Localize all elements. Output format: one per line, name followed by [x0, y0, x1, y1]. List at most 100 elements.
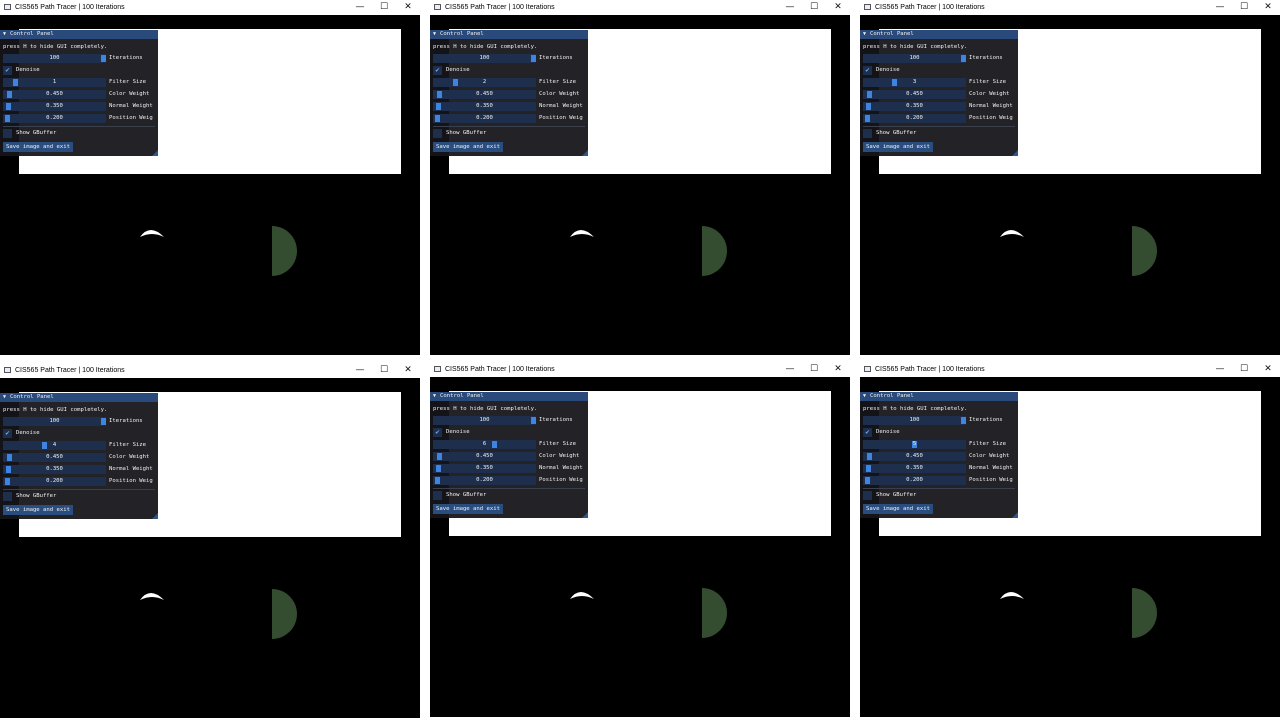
position-weight-slider[interactable]: 0.200 — [3, 114, 106, 123]
collapse-triangle-icon[interactable]: ▼ — [433, 392, 436, 401]
position-weight-slider[interactable]: 0.200 — [3, 477, 106, 486]
title-bar[interactable]: CIS565 Path Tracer | 100 Iterations — ☐ … — [860, 0, 1280, 15]
filter-size-slider[interactable]: 6 — [433, 440, 536, 449]
maximize-button[interactable]: ☐ — [1232, 0, 1256, 15]
iterations-slider[interactable]: 100 — [863, 416, 966, 425]
resize-grip-icon[interactable] — [1012, 512, 1018, 518]
minimize-button[interactable]: — — [348, 363, 372, 378]
control-panel[interactable]: ▼ Control Panel press H to hide GUI comp… — [430, 30, 588, 156]
title-bar[interactable]: CIS565 Path Tracer | 100 Iterations — ☐ … — [430, 0, 850, 15]
control-panel[interactable]: ▼ Control Panel press H to hide GUI comp… — [860, 392, 1018, 518]
position-weight-slider[interactable]: 0.200 — [863, 476, 966, 485]
resize-grip-icon[interactable] — [582, 512, 588, 518]
collapse-triangle-icon[interactable]: ▼ — [433, 30, 436, 39]
maximize-button[interactable]: ☐ — [802, 362, 826, 377]
collapse-triangle-icon[interactable]: ▼ — [3, 30, 6, 39]
maximize-button[interactable]: ☐ — [372, 0, 396, 15]
filter-size-slider[interactable]: 5 — [863, 440, 966, 449]
control-panel-header[interactable]: ▼ Control Panel — [430, 392, 588, 401]
collapse-triangle-icon[interactable]: ▼ — [863, 392, 866, 401]
control-panel[interactable]: ▼ Control Panel press H to hide GUI comp… — [430, 392, 588, 518]
minimize-button[interactable]: — — [348, 0, 372, 15]
denoise-checkbox[interactable]: ✔ — [863, 428, 872, 437]
position-weight-value: 0.200 — [476, 115, 493, 121]
color-weight-slider[interactable]: 0.450 — [863, 90, 966, 99]
control-panel-header[interactable]: ▼ Control Panel — [430, 30, 588, 39]
normal-weight-slider[interactable]: 0.350 — [863, 464, 966, 473]
filter-size-slider[interactable]: 1 — [3, 78, 106, 87]
minimize-button[interactable]: — — [778, 362, 802, 377]
filter-size-slider[interactable]: 3 — [863, 78, 966, 87]
maximize-button[interactable]: ☐ — [1232, 362, 1256, 377]
denoise-checkbox[interactable]: ✔ — [3, 429, 12, 438]
normal-weight-slider[interactable]: 0.350 — [433, 464, 536, 473]
save-image-button[interactable]: Save image and exit — [433, 504, 503, 514]
save-image-button[interactable]: Save image and exit — [863, 504, 933, 514]
position-weight-slider[interactable]: 0.200 — [433, 114, 536, 123]
denoise-checkbox[interactable]: ✔ — [863, 66, 872, 75]
collapse-triangle-icon[interactable]: ▼ — [863, 30, 866, 39]
resize-grip-icon[interactable] — [152, 150, 158, 156]
save-image-button[interactable]: Save image and exit — [863, 142, 933, 152]
control-panel[interactable]: ▼ Control Panel press H to hide GUI comp… — [0, 30, 158, 156]
close-button[interactable]: ✕ — [826, 362, 850, 377]
title-bar[interactable]: CIS565 Path Tracer | 100 Iterations — ☐ … — [0, 0, 420, 15]
minimize-button[interactable]: — — [778, 0, 802, 15]
denoise-checkbox[interactable]: ✔ — [433, 66, 442, 75]
show-gbuffer-checkbox[interactable] — [863, 491, 872, 500]
save-image-button[interactable]: Save image and exit — [433, 142, 503, 152]
title-bar[interactable]: CIS565 Path Tracer | 100 Iterations — ☐ … — [430, 362, 850, 377]
maximize-button[interactable]: ☐ — [802, 0, 826, 15]
window-filter-2: CIS565 Path Tracer | 100 Iterations — ☐ … — [430, 0, 850, 355]
save-image-button[interactable]: Save image and exit — [3, 505, 73, 515]
title-bar[interactable]: CIS565 Path Tracer | 100 Iterations — ☐ … — [860, 362, 1280, 377]
close-button[interactable]: ✕ — [396, 363, 420, 378]
control-panel[interactable]: ▼ Control Panel press H to hide GUI comp… — [0, 393, 158, 519]
collapse-triangle-icon[interactable]: ▼ — [3, 393, 6, 402]
show-gbuffer-checkbox[interactable] — [3, 129, 12, 138]
show-gbuffer-checkbox[interactable] — [3, 492, 12, 501]
close-button[interactable]: ✕ — [826, 0, 850, 15]
close-button[interactable]: ✕ — [396, 0, 420, 15]
normal-weight-slider[interactable]: 0.350 — [3, 102, 106, 111]
control-panel-header[interactable]: ▼ Control Panel — [0, 393, 158, 402]
color-weight-slider[interactable]: 0.450 — [863, 452, 966, 461]
color-weight-slider[interactable]: 0.450 — [3, 90, 106, 99]
normal-weight-slider[interactable]: 0.350 — [3, 465, 106, 474]
filter-size-slider[interactable]: 2 — [433, 78, 536, 87]
maximize-button[interactable]: ☐ — [372, 363, 396, 378]
minimize-button[interactable]: — — [1208, 362, 1232, 377]
control-panel-header[interactable]: ▼ Control Panel — [860, 392, 1018, 401]
save-image-button[interactable]: Save image and exit — [3, 142, 73, 152]
iterations-slider[interactable]: 100 — [433, 54, 536, 63]
resize-grip-icon[interactable] — [1012, 150, 1018, 156]
panel-divider — [433, 488, 585, 489]
iterations-slider[interactable]: 100 — [3, 54, 106, 63]
iterations-slider[interactable]: 100 — [863, 54, 966, 63]
denoise-checkbox[interactable]: ✔ — [3, 66, 12, 75]
iterations-slider[interactable]: 100 — [433, 416, 536, 425]
normal-weight-slider[interactable]: 0.350 — [863, 102, 966, 111]
iterations-slider[interactable]: 100 — [3, 417, 106, 426]
control-panel-header[interactable]: ▼ Control Panel — [860, 30, 1018, 39]
position-weight-slider[interactable]: 0.200 — [863, 114, 966, 123]
close-button[interactable]: ✕ — [1256, 362, 1280, 377]
resize-grip-icon[interactable] — [152, 513, 158, 519]
resize-grip-icon[interactable] — [582, 150, 588, 156]
show-gbuffer-checkbox[interactable] — [433, 491, 442, 500]
close-button[interactable]: ✕ — [1256, 0, 1280, 15]
color-weight-slider[interactable]: 0.450 — [3, 453, 106, 462]
show-gbuffer-checkbox[interactable] — [433, 129, 442, 138]
color-weight-slider[interactable]: 0.450 — [433, 452, 536, 461]
minimize-button[interactable]: — — [1208, 0, 1232, 15]
color-weight-slider[interactable]: 0.450 — [433, 90, 536, 99]
filter-size-slider[interactable]: 4 — [3, 441, 106, 450]
denoise-checkbox[interactable]: ✔ — [433, 428, 442, 437]
normal-weight-slider[interactable]: 0.350 — [433, 102, 536, 111]
title-bar[interactable]: CIS565 Path Tracer | 100 Iterations — ☐ … — [0, 363, 420, 378]
control-panel[interactable]: ▼ Control Panel press H to hide GUI comp… — [860, 30, 1018, 156]
show-gbuffer-checkbox[interactable] — [863, 129, 872, 138]
position-weight-row: 0.200 Position Weig — [3, 114, 155, 123]
position-weight-slider[interactable]: 0.200 — [433, 476, 536, 485]
control-panel-header[interactable]: ▼ Control Panel — [0, 30, 158, 39]
